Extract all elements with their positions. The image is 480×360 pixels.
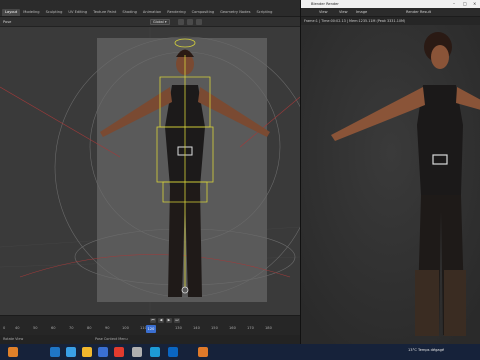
face bbox=[431, 45, 449, 69]
render-canvas[interactable] bbox=[301, 25, 480, 344]
tick-label: 150 bbox=[211, 326, 218, 330]
jump-end-icon[interactable]: ⏭ bbox=[174, 318, 180, 323]
search-icon[interactable] bbox=[50, 347, 60, 357]
tick-label: 180 bbox=[265, 326, 272, 330]
window-title: Blender Render bbox=[311, 2, 339, 6]
mail-icon[interactable] bbox=[98, 347, 108, 357]
file-explorer-icon[interactable] bbox=[82, 347, 92, 357]
blender-icon[interactable] bbox=[198, 347, 208, 357]
tick-label: 170 bbox=[247, 326, 254, 330]
right-boot bbox=[444, 270, 466, 336]
close-icon[interactable]: × bbox=[473, 0, 476, 8]
tab-layout[interactable]: Layout bbox=[2, 9, 21, 16]
status-bar: Rotate View Pose Context Menu bbox=[0, 335, 300, 344]
render-info: Frame:1 | Time:00:02.13 | Mem:1235.11M (… bbox=[301, 17, 480, 25]
tab-compositing[interactable]: Compositing bbox=[189, 9, 218, 16]
tick-label: 0 bbox=[3, 326, 6, 330]
status-left-hint: Rotate View bbox=[3, 337, 24, 341]
mode-label[interactable]: Pose bbox=[3, 19, 11, 25]
maximize-icon[interactable]: □ bbox=[463, 0, 467, 8]
tab-rendering[interactable]: Rendering bbox=[164, 9, 188, 16]
header-icons bbox=[178, 19, 202, 25]
workspace-tabs: Layout Modeling Sculpting UV Editing Tex… bbox=[2, 9, 275, 16]
weather-tray[interactable]: 13°C Temps dégagé bbox=[408, 348, 444, 352]
chrome-icon[interactable] bbox=[114, 347, 124, 357]
minimize-icon[interactable]: – bbox=[453, 0, 455, 8]
tick-label: 160 bbox=[229, 326, 236, 330]
left-boot bbox=[415, 270, 439, 336]
pivot-icon[interactable] bbox=[196, 19, 202, 25]
playback-controls: ⏮ ◀ ▶ ⏭ bbox=[150, 318, 180, 323]
jump-start-icon[interactable]: ⏮ bbox=[150, 318, 156, 323]
photos-icon[interactable] bbox=[150, 347, 160, 357]
status-center-hint: Pose Context Menu bbox=[95, 337, 128, 341]
transform-orientation-dropdown[interactable]: Global ▾ bbox=[150, 19, 170, 25]
3d-viewport[interactable] bbox=[0, 27, 300, 317]
tab-scripting[interactable]: Scripting bbox=[253, 9, 275, 16]
workspace-bar: Layout Modeling Sculpting UV Editing Tex… bbox=[0, 0, 300, 17]
tab-texture-paint[interactable]: Texture Paint bbox=[90, 9, 119, 16]
tab-modeling[interactable]: Modeling bbox=[20, 9, 42, 16]
tab-shading[interactable]: Shading bbox=[119, 9, 140, 16]
tick-label: 100 bbox=[122, 326, 129, 330]
steam-icon[interactable] bbox=[168, 347, 178, 357]
current-frame-indicator[interactable]: 120 bbox=[146, 325, 156, 333]
transform-orientation-value: Global bbox=[153, 20, 164, 24]
edge-icon[interactable] bbox=[66, 347, 76, 357]
render-result-dropdown[interactable]: Render Result bbox=[406, 9, 431, 15]
tick-label: 70 bbox=[69, 326, 74, 330]
render-menu-bar: View View Image Render Result bbox=[301, 8, 480, 17]
tab-geometry-nodes[interactable]: Geometry Nodes bbox=[217, 9, 253, 16]
tick-label: 50 bbox=[33, 326, 38, 330]
store-icon[interactable] bbox=[132, 347, 142, 357]
weather-app-icon[interactable] bbox=[8, 347, 18, 357]
screen: Layout Modeling Sculpting UV Editing Tex… bbox=[0, 0, 480, 360]
rendered-image bbox=[301, 25, 480, 344]
timeline: ⏮ ◀ ▶ ⏭ 0 40 50 60 70 80 90 100 110 130 … bbox=[0, 315, 300, 335]
blender-main-window: Layout Modeling Sculpting UV Editing Tex… bbox=[0, 0, 300, 344]
tick-label: 140 bbox=[193, 326, 200, 330]
menu-view[interactable]: View bbox=[319, 9, 328, 15]
proportional-icon[interactable] bbox=[187, 19, 193, 25]
tick-label: 40 bbox=[15, 326, 20, 330]
tick-label: 130 bbox=[175, 326, 182, 330]
tick-label: 80 bbox=[87, 326, 92, 330]
tick-label: 60 bbox=[51, 326, 56, 330]
tick-label: 90 bbox=[105, 326, 110, 330]
menu-view-2[interactable]: View bbox=[339, 9, 348, 15]
render-window: Blender Render – □ × View View Image Ren… bbox=[300, 0, 480, 344]
tab-uv-editing[interactable]: UV Editing bbox=[65, 9, 90, 16]
tab-animation[interactable]: Animation bbox=[140, 9, 164, 16]
tab-sculpting[interactable]: Sculpting bbox=[43, 9, 66, 16]
snap-icon[interactable] bbox=[178, 19, 184, 25]
viewport-header: Pose Global ▾ bbox=[0, 17, 300, 27]
viewport-scene bbox=[0, 27, 300, 317]
menu-image[interactable]: Image bbox=[356, 9, 367, 15]
play-reverse-icon[interactable]: ◀ bbox=[158, 318, 164, 323]
play-icon[interactable]: ▶ bbox=[166, 318, 172, 323]
taskbar: 13°C Temps dégagé bbox=[0, 344, 480, 360]
chevron-down-icon: ▾ bbox=[164, 20, 167, 24]
